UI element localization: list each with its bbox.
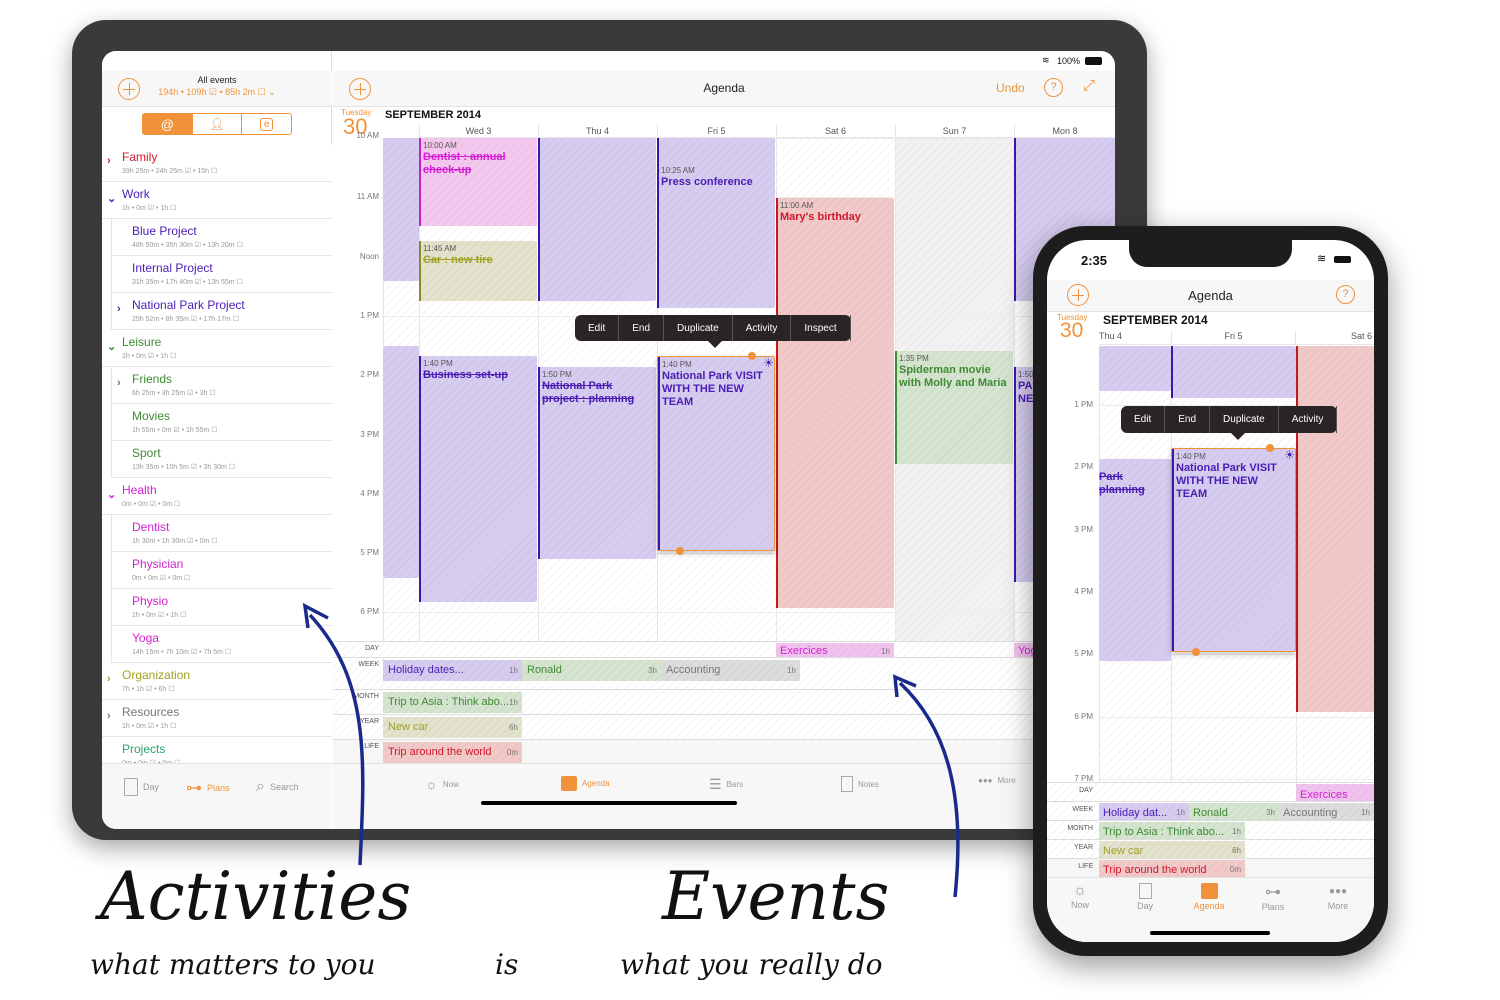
hierarchy-icon: ⊶ [1265, 884, 1281, 901]
day-header[interactable]: Thu 4 [1099, 331, 1171, 345]
tab-agenda[interactable]: Agenda [1187, 882, 1231, 911]
event-title: National Park VISIT WITH THE NEW TEAM [1176, 462, 1277, 500]
lane-year: YEAR New car 6h [1047, 839, 1374, 859]
event-time: 1:40 PM [1176, 452, 1206, 461]
wifi-icon: ≋ [1317, 253, 1327, 265]
hour-gridline [1099, 716, 1374, 718]
menu-pointer [1231, 433, 1245, 440]
hour-label: 6 PM [1074, 711, 1093, 721]
iphone-header: Agenda ? [1047, 280, 1374, 312]
caption-activities: Activities [100, 858, 412, 935]
caption-is: is [495, 948, 519, 981]
menu-duplicate[interactable]: Duplicate [1210, 406, 1279, 433]
hour-label: 5 PM [1074, 649, 1093, 659]
event-marys-birthday[interactable] [1296, 346, 1374, 712]
calendar-page-icon [1138, 883, 1152, 899]
bar-name: New car [1103, 845, 1144, 857]
status-time: 2:35 [1081, 253, 1108, 268]
caption-events-sub: what you really do [620, 948, 883, 981]
bar-event[interactable]: Ronald 3h [1189, 803, 1279, 821]
bar-duration: 0m [1229, 865, 1241, 874]
bar-duration: 1h [1232, 827, 1241, 836]
tab-more-label: More [1327, 901, 1349, 911]
lane-day: DAY Exercices [1047, 782, 1374, 802]
notch [1129, 240, 1292, 267]
bar-event[interactable]: Exercices [1296, 784, 1374, 802]
caption-activities-sub: what matters to you [90, 948, 376, 981]
bar-event[interactable]: Trip around the world 0m [1099, 860, 1245, 878]
arrow-to-activities [308, 613, 365, 866]
lane-label: YEAR [1073, 844, 1093, 851]
bar-duration: 6h [1232, 846, 1241, 855]
hour-gridline [1099, 778, 1374, 780]
day-header[interactable]: Sat 6 [1296, 331, 1374, 345]
event-np-visit-selected[interactable]: 1:40 PM National Park VISIT WITH THE NEW… [1171, 444, 1296, 656]
month-label: SEPTEMBER 2014 [1103, 313, 1208, 327]
tab-now-label: Now [1070, 900, 1089, 910]
more-icon: ●●● [1328, 886, 1348, 897]
lane-life: LIFE Trip around the world 0m [1047, 858, 1374, 878]
event-context-menu: Edit End Duplicate Activity [1121, 406, 1338, 440]
bar-name: Holiday dat... [1103, 807, 1168, 819]
bar-event[interactable]: Trip to Asia : Think abo... 1h [1099, 822, 1245, 840]
home-indicator [1150, 931, 1270, 935]
arrow-to-events [898, 681, 960, 898]
event-np-planning[interactable]: Park planning [1099, 459, 1171, 661]
iphone-tabbar: ☼ Now Day Agenda ⊶ Plans ●●● More [1047, 877, 1374, 942]
bar-name: Trip around the world [1103, 864, 1207, 876]
iphone-device: 2:35 ≋ Agenda ? Tuesday 30 SEPTEMBER 201… [1033, 226, 1388, 956]
sun-icon: ☀ [1284, 448, 1295, 462]
iphone-screen: 2:35 ≋ Agenda ? Tuesday 30 SEPTEMBER 201… [1047, 240, 1374, 942]
hour-label: 1 PM [1074, 400, 1093, 409]
help-icon[interactable]: ? [1336, 285, 1355, 304]
lane-label: WEEK [1072, 806, 1093, 813]
today-day[interactable]: 30 [1060, 319, 1083, 343]
day-header[interactable]: Fri 5 [1171, 331, 1296, 345]
bar-name: Accounting [1283, 807, 1338, 819]
menu-edit[interactable]: Edit [1121, 406, 1166, 433]
bar-duration: 1h [1176, 808, 1185, 817]
bar-event[interactable]: Holiday dat... 1h [1099, 803, 1189, 821]
tab-agenda-label: Agenda [1193, 901, 1225, 911]
bar-name: Exercices [1300, 789, 1348, 801]
hour-label: 4 PM [1074, 586, 1093, 596]
event-title: Park planning [1099, 471, 1145, 496]
menu-end[interactable]: End [1165, 406, 1211, 433]
event-block[interactable] [1171, 346, 1296, 398]
menu-activity[interactable]: Activity [1279, 406, 1338, 433]
caption-events: Events [662, 858, 890, 935]
event-block[interactable] [1099, 346, 1171, 391]
hour-label: 3 PM [1074, 524, 1093, 534]
lane-week: WEEK Holiday dat... 1h Ronald 3h Accountin… [1047, 801, 1374, 821]
tab-plans[interactable]: ⊶ Plans [1258, 882, 1288, 912]
tab-plans-label: Plans [1261, 902, 1285, 912]
tab-now[interactable]: ☼ Now [1065, 882, 1095, 910]
sun-icon: ☼ [1072, 882, 1088, 899]
bar-event[interactable]: New car 6h [1099, 841, 1245, 859]
bar-duration: 1h [1361, 808, 1370, 817]
tab-day-label: Day [1136, 901, 1153, 911]
bar-event[interactable]: Accounting 1h [1279, 803, 1374, 821]
lane-label: LIFE [1078, 863, 1093, 870]
battery-icon [1334, 256, 1351, 263]
lane-month: MONTH Trip to Asia : Think abo... 1h [1047, 820, 1374, 840]
tab-more[interactable]: ●●● More [1323, 882, 1353, 911]
bar-name: Trip to Asia : Think abo... [1103, 826, 1225, 838]
calendar-icon [1200, 883, 1218, 899]
lane-label: MONTH [1067, 825, 1093, 832]
hour-label: 2 PM [1074, 462, 1093, 472]
tab-day[interactable]: Day [1130, 882, 1160, 911]
bar-duration: 3h [1266, 808, 1275, 817]
resize-handle-bottom[interactable] [1192, 648, 1200, 656]
agenda-title: Agenda [1188, 288, 1233, 303]
bar-name: Ronald [1193, 807, 1228, 819]
lane-label: DAY [1079, 787, 1093, 794]
resize-handle-top[interactable] [1266, 444, 1274, 452]
